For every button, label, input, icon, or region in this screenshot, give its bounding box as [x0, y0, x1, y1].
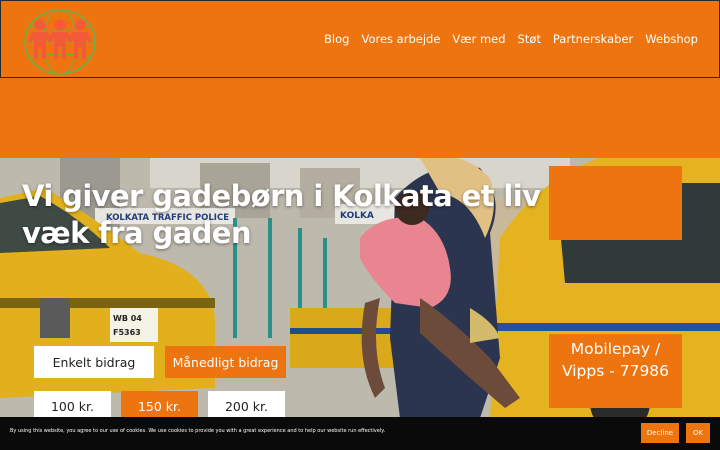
nav-item-webshop[interactable]: Webshop [645, 32, 698, 46]
nav-item-stoet[interactable]: Støt [518, 32, 541, 46]
cookie-text: By using this website, you agree to our … [10, 428, 386, 434]
amount-200-button[interactable]: 200 kr. [208, 391, 285, 419]
orange-banner-band [0, 78, 720, 158]
amount-150-button[interactable]: 150 kr. [121, 391, 198, 419]
single-donation-button[interactable]: Enkelt bidrag [34, 346, 154, 378]
nav-item-vaer-med[interactable]: Vær med [452, 32, 505, 46]
monthly-donation-button[interactable]: Månedligt bidrag [165, 346, 286, 378]
nav-item-partnerskaber[interactable]: Partnerskaber [553, 32, 633, 46]
license-plate-line1: WB 04 [113, 314, 142, 323]
hero-headline: Vi giver gadebørn i Kolkata et liv væk f… [22, 179, 541, 250]
site-header: Blog Vores arbejde Vær med Støt Partners… [0, 0, 720, 78]
children-globe-logo-icon[interactable] [23, 8, 97, 76]
orange-feature-box [549, 166, 682, 240]
cookie-ok-button[interactable]: OK [686, 423, 710, 443]
mobilepay-vipps-box[interactable]: Mobilepay / Vipps - 77986 [549, 334, 682, 408]
nav-item-vores-arbejde[interactable]: Vores arbejde [361, 32, 440, 46]
main-nav: Blog Vores arbejde Vær med Støt Partners… [324, 32, 698, 46]
cookie-decline-button[interactable]: Decline [641, 423, 679, 443]
nav-item-blog[interactable]: Blog [324, 32, 349, 46]
cookie-banner: By using this website, you agree to our … [0, 417, 720, 450]
license-plate-line2: F5363 [113, 328, 141, 337]
amount-100-button[interactable]: 100 kr. [34, 391, 111, 419]
